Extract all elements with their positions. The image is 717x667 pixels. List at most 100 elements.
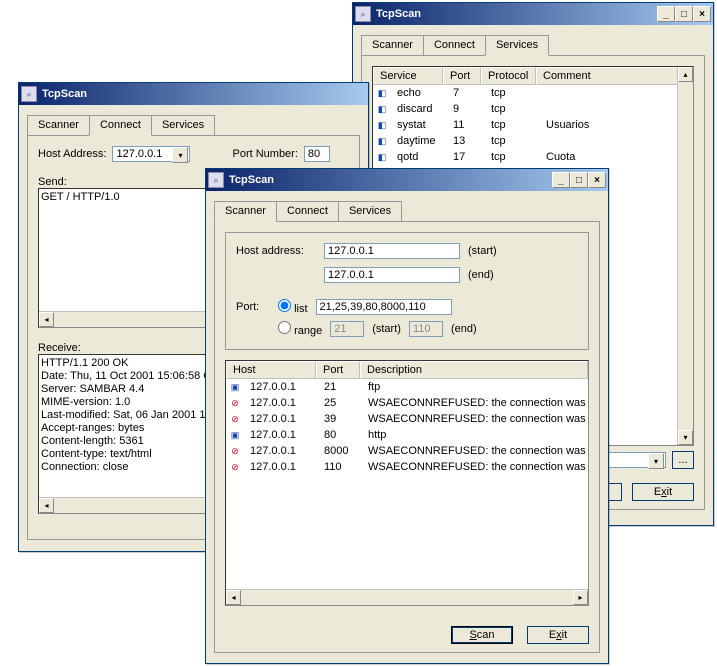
tab-connect[interactable]: Connect — [423, 35, 486, 56]
port-number-input[interactable] — [304, 146, 330, 162]
cell-port: 80 — [318, 429, 362, 441]
table-row[interactable]: ◧daytime13tcp — [373, 133, 693, 149]
titlebar: ⌕ TcpScan — [19, 83, 368, 105]
cell-port: 9 — [447, 103, 485, 115]
col-host[interactable]: Host — [226, 361, 316, 379]
maximize-button[interactable]: □ — [675, 6, 693, 22]
tab-connect[interactable]: Connect — [89, 115, 152, 136]
tabs: Scanner Connect Services — [214, 201, 600, 222]
port-mode-list-radio[interactable]: list — [278, 299, 308, 315]
tab-services[interactable]: Services — [338, 201, 402, 222]
exit-button[interactable]: Exit — [632, 483, 694, 501]
cell-port: 8000 — [318, 445, 362, 457]
tab-services[interactable]: Services — [151, 115, 215, 136]
cell-port: 17 — [447, 151, 485, 163]
app-icon: ⌕ — [355, 6, 371, 22]
window-title: TcpScan — [227, 174, 549, 186]
service-icon: ◧ — [375, 102, 389, 116]
titlebar: ⌕ TcpScan _ □ × — [206, 169, 608, 191]
cell-host: 127.0.0.1 — [244, 429, 318, 441]
table-row[interactable]: ⊘127.0.0.139WSAECONNREFUSED: the connect… — [226, 411, 588, 427]
minimize-button[interactable]: _ — [552, 172, 570, 188]
cell-host: 127.0.0.1 — [244, 413, 318, 425]
cell-service: echo — [391, 87, 447, 99]
cell-description: WSAECONNREFUSED: the connection was refu — [362, 397, 588, 409]
cell-protocol: tcp — [485, 135, 540, 147]
cell-description: ftp — [362, 381, 588, 393]
minimize-button[interactable]: _ — [657, 6, 675, 22]
col-port[interactable]: Port — [443, 67, 481, 85]
app-icon: ⌕ — [208, 172, 224, 188]
table-row[interactable]: ◧discard9tcp — [373, 101, 693, 117]
browse-button[interactable]: ... — [672, 451, 694, 469]
cell-host: 127.0.0.1 — [244, 397, 318, 409]
table-row[interactable]: ◧systat11tcpUsuarios — [373, 117, 693, 133]
cell-service: daytime — [391, 135, 447, 147]
port-range-end-input[interactable] — [409, 321, 443, 337]
service-icon: ◧ — [375, 86, 389, 100]
port-refused-icon: ⊘ — [228, 460, 242, 474]
cell-port: 11 — [447, 119, 485, 131]
cell-description: WSAECONNREFUSED: the connection was refu — [362, 445, 588, 457]
scroll-right-button[interactable]: ▸ — [573, 590, 588, 605]
port-refused-icon: ⊘ — [228, 444, 242, 458]
col-protocol[interactable]: Protocol — [481, 67, 536, 85]
tab-scanner[interactable]: Scanner — [214, 201, 277, 222]
cell-host: 127.0.0.1 — [244, 461, 318, 473]
table-row[interactable]: ▣127.0.0.121ftp — [226, 379, 588, 395]
port-list-input[interactable] — [316, 299, 452, 315]
table-row[interactable]: ◧echo7tcp — [373, 85, 693, 101]
tab-connect[interactable]: Connect — [276, 201, 339, 222]
tab-scanner[interactable]: Scanner — [361, 35, 424, 56]
scrollbar-horizontal[interactable]: ◂ ▸ — [226, 589, 588, 605]
cell-protocol: tcp — [485, 151, 540, 163]
cell-port: 39 — [318, 413, 362, 425]
scroll-down-button[interactable]: ▾ — [678, 430, 693, 445]
service-icon: ◧ — [375, 118, 389, 132]
close-button[interactable]: × — [693, 6, 711, 22]
start-hint: (start) — [468, 245, 497, 257]
port-open-icon: ▣ — [228, 428, 242, 442]
scrollbar-vertical[interactable]: ▴ ▾ — [677, 67, 693, 445]
scan-results-listview[interactable]: Host Port Description ▣127.0.0.121ftp⊘12… — [225, 360, 589, 606]
cell-comment: Usuarios — [540, 119, 693, 131]
scan-button[interactable]: Scan — [451, 626, 513, 644]
cell-port: 21 — [318, 381, 362, 393]
host-end-input[interactable] — [324, 267, 460, 283]
scroll-up-button[interactable]: ▴ — [678, 67, 693, 82]
scroll-left-button[interactable]: ◂ — [39, 498, 54, 513]
cell-protocol: tcp — [485, 87, 540, 99]
scroll-left-button[interactable]: ◂ — [39, 312, 54, 327]
port-number-label: Port Number: — [232, 148, 297, 160]
window-scanner: ⌕ TcpScan _ □ × Scanner Connect Services… — [205, 168, 609, 664]
table-row[interactable]: ⊘127.0.0.18000WSAECONNREFUSED: the conne… — [226, 443, 588, 459]
table-row[interactable]: ⊘127.0.0.125WSAECONNREFUSED: the connect… — [226, 395, 588, 411]
col-description[interactable]: Description — [360, 361, 588, 379]
table-row[interactable]: ⊘127.0.0.1110WSAECONNREFUSED: the connec… — [226, 459, 588, 475]
cell-protocol: tcp — [485, 103, 540, 115]
cell-port: 7 — [447, 87, 485, 99]
col-port[interactable]: Port — [316, 361, 360, 379]
scroll-left-button[interactable]: ◂ — [226, 590, 241, 605]
cell-comment: Cuota — [540, 151, 693, 163]
col-comment[interactable]: Comment — [536, 67, 693, 85]
tab-services[interactable]: Services — [485, 35, 549, 56]
cell-description: WSAECONNREFUSED: the connection was refu — [362, 413, 588, 425]
maximize-button[interactable]: □ — [570, 172, 588, 188]
table-row[interactable]: ▣127.0.0.180http — [226, 427, 588, 443]
host-start-input[interactable] — [324, 243, 460, 259]
cell-host: 127.0.0.1 — [244, 445, 318, 457]
table-row[interactable]: ◧qotd17tcpCuota — [373, 149, 693, 165]
tab-scanner[interactable]: Scanner — [27, 115, 90, 136]
host-address-combo[interactable] — [112, 146, 190, 162]
port-mode-range-radio[interactable]: range — [278, 321, 322, 337]
services-combo[interactable] — [606, 452, 666, 468]
cell-host: 127.0.0.1 — [244, 381, 318, 393]
port-range-start-input[interactable] — [330, 321, 364, 337]
close-button[interactable]: × — [588, 172, 606, 188]
col-service[interactable]: Service — [373, 67, 443, 85]
titlebar: ⌕ TcpScan _ □ × — [353, 3, 713, 25]
exit-button[interactable]: Exit — [527, 626, 589, 644]
cell-protocol: tcp — [485, 119, 540, 131]
cell-service: discard — [391, 103, 447, 115]
